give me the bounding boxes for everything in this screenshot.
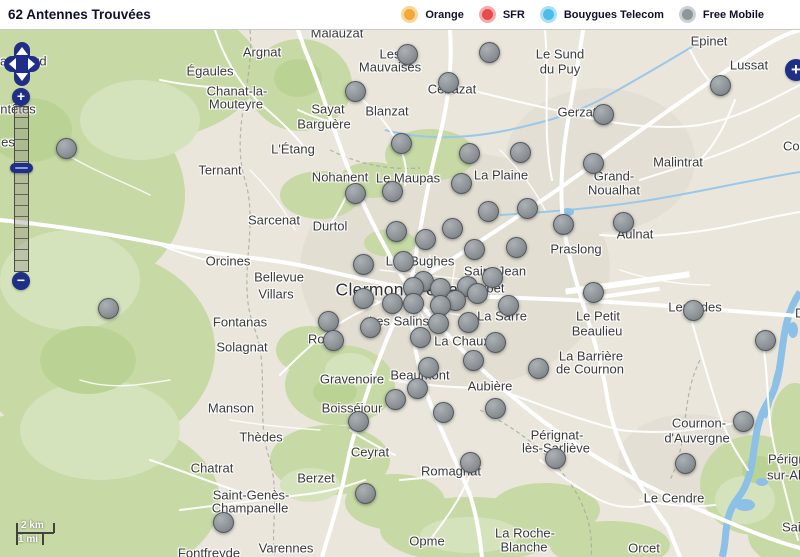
antenna-marker[interactable]: [56, 138, 77, 159]
antenna-marker[interactable]: [545, 448, 566, 469]
antenna-marker[interactable]: [438, 72, 459, 93]
antenna-marker[interactable]: [683, 300, 704, 321]
antenna-marker[interactable]: [360, 317, 381, 338]
antenna-marker[interactable]: [428, 313, 449, 334]
free-carrier-dot-icon: [682, 9, 693, 20]
legend-label: Free Mobile: [703, 9, 764, 21]
antenna-marker[interactable]: [583, 153, 604, 174]
antenna-marker[interactable]: [710, 75, 731, 96]
antenna-marker[interactable]: [553, 214, 574, 235]
antenna-marker[interactable]: [397, 44, 418, 65]
legend-label: SFR: [503, 9, 525, 21]
antenna-marker[interactable]: [98, 298, 119, 319]
zoom-in-button[interactable]: +: [12, 88, 30, 106]
sfr-carrier-dot-icon: [482, 9, 493, 20]
zoom-slider-handle[interactable]: [10, 163, 33, 173]
antenna-marker[interactable]: [485, 332, 506, 353]
antenna-marker[interactable]: [482, 267, 503, 288]
antenna-marker[interactable]: [485, 398, 506, 419]
antenna-marker[interactable]: [318, 311, 339, 332]
legend-item-bouygues[interactable]: Bouygues Telecom: [540, 6, 664, 23]
antenna-marker[interactable]: [528, 358, 549, 379]
legend-item-sfr[interactable]: SFR: [479, 6, 525, 23]
antenna-marker[interactable]: [410, 327, 431, 348]
antenna-marker[interactable]: [353, 288, 374, 309]
antenna-marker[interactable]: [464, 239, 485, 260]
antenna-marker[interactable]: [391, 133, 412, 154]
zoom-slider-track[interactable]: [14, 106, 29, 272]
antenna-marker[interactable]: [451, 173, 472, 194]
zoom-out-button[interactable]: −: [12, 272, 30, 290]
antenna-marker[interactable]: [385, 389, 406, 410]
antenna-marker[interactable]: [613, 212, 634, 233]
carrier-legend: Orange SFR Bouygues Telecom Free Mobile: [401, 6, 764, 23]
antenna-marker[interactable]: [213, 512, 234, 533]
legend-item-free[interactable]: Free Mobile: [679, 6, 764, 23]
antenna-marker[interactable]: [433, 402, 454, 423]
basemap-tiles: [0, 30, 800, 557]
antenna-marker[interactable]: [593, 104, 614, 125]
antenna-marker[interactable]: [733, 411, 754, 432]
orange-carrier-dot-icon: [404, 9, 415, 20]
antenna-marker[interactable]: [353, 254, 374, 275]
legend-label: Orange: [425, 9, 464, 21]
antenna-marker[interactable]: [403, 293, 424, 314]
header-bar: 62 Antennes Trouvées Orange SFR Bouygues T…: [0, 0, 800, 30]
antenna-marker[interactable]: [355, 483, 376, 504]
pan-control[interactable]: [2, 40, 42, 88]
antenna-marker[interactable]: [460, 452, 481, 473]
antenna-marker[interactable]: [517, 198, 538, 219]
legend-label: Bouygues Telecom: [564, 9, 664, 21]
antenna-marker[interactable]: [498, 295, 519, 316]
antenna-marker[interactable]: [345, 81, 366, 102]
antenna-marker[interactable]: [459, 143, 480, 164]
antenna-marker[interactable]: [345, 183, 366, 204]
antenna-marker[interactable]: [442, 218, 463, 239]
antenna-marker[interactable]: [348, 411, 369, 432]
antenna-marker[interactable]: [386, 221, 407, 242]
map-canvas[interactable]: MalauzatArgnatÉgaulesChanat-la-MouteyreL…: [0, 30, 800, 557]
antenna-map-app: 62 Antennes Trouvées Orange SFR Bouygues T…: [0, 0, 800, 557]
zoom-in-button-right[interactable]: +: [785, 59, 800, 81]
antenna-marker[interactable]: [323, 330, 344, 351]
antenna-marker[interactable]: [510, 142, 531, 163]
antenna-marker[interactable]: [463, 350, 484, 371]
result-count-title: 62 Antennes Trouvées: [8, 7, 151, 22]
antenna-marker[interactable]: [382, 293, 403, 314]
antenna-marker[interactable]: [479, 42, 500, 63]
antenna-marker[interactable]: [415, 229, 436, 250]
scale-km-label: 2 km: [21, 520, 44, 531]
antenna-marker[interactable]: [407, 378, 428, 399]
bouygues-carrier-dot-icon: [543, 9, 554, 20]
antenna-marker[interactable]: [467, 283, 488, 304]
antenna-marker[interactable]: [478, 201, 499, 222]
antenna-marker[interactable]: [393, 251, 414, 272]
antenna-marker[interactable]: [458, 312, 479, 333]
antenna-marker[interactable]: [583, 282, 604, 303]
antenna-marker[interactable]: [382, 181, 403, 202]
antenna-marker[interactable]: [675, 453, 696, 474]
legend-item-orange[interactable]: Orange: [401, 6, 464, 23]
antenna-marker[interactable]: [506, 237, 527, 258]
antenna-marker[interactable]: [755, 330, 776, 351]
scale-mi-label: 1 mi: [18, 534, 38, 545]
antenna-marker[interactable]: [418, 357, 439, 378]
